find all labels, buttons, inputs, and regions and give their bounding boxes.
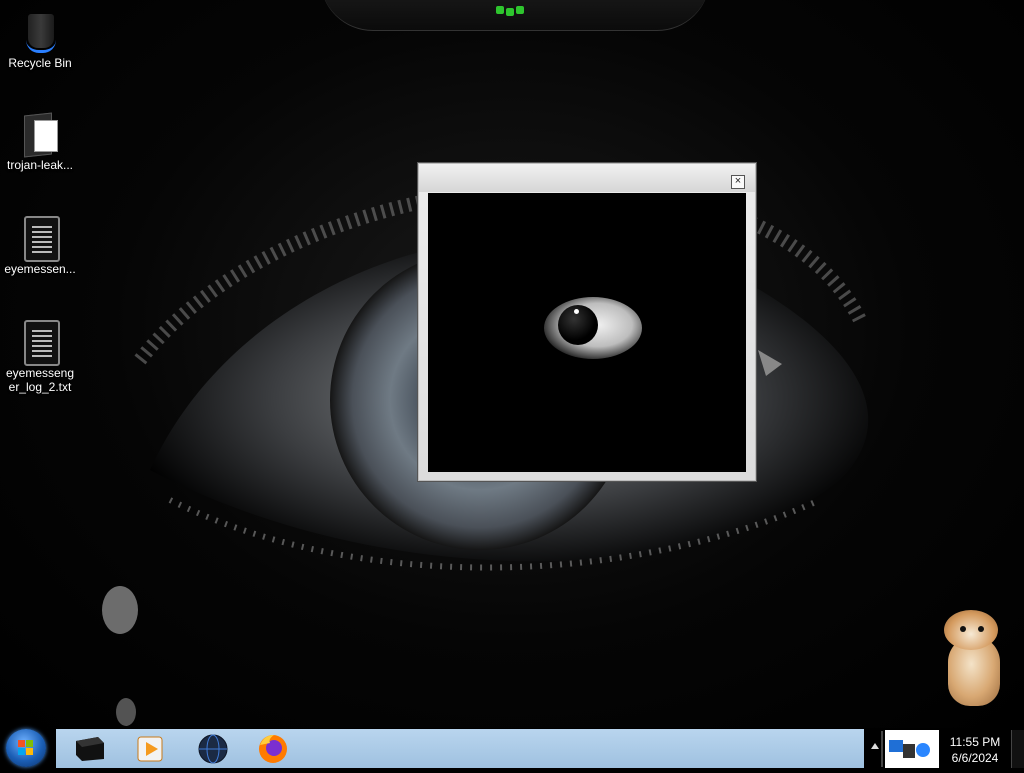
desktop-icon-eyemessenger-log-2[interactable]: eyemessenger_log_2.txt [0, 318, 80, 394]
tray-divider [881, 731, 883, 767]
peeking-eye-image [544, 297, 642, 359]
taskbar-pinned-area [56, 729, 864, 768]
desktop-icon-eyemessenger[interactable]: eyemessen... [0, 214, 80, 276]
desktop-icon-label: eyemessen... [4, 262, 76, 276]
desktop-icon-label: eyemessenger_log_2.txt [5, 366, 75, 394]
folder-icon [20, 110, 60, 158]
network-icon[interactable] [885, 730, 939, 768]
recycle-bin-icon [20, 8, 60, 53]
eye-popup-window[interactable]: × [418, 163, 756, 481]
popup-title-bar[interactable]: × [419, 164, 755, 192]
show-hidden-icons-icon[interactable] [871, 743, 879, 749]
hamster-mascot[interactable] [938, 606, 1008, 708]
black-box-icon[interactable] [72, 731, 112, 765]
desktop-icon-label: Recycle Bin [8, 56, 72, 70]
windows-start-icon[interactable] [6, 729, 46, 767]
close-icon[interactable]: × [731, 175, 745, 189]
text-file-icon [20, 214, 60, 262]
firefox-icon[interactable] [254, 731, 294, 765]
desktop-icon-trojan-leak[interactable]: trojan-leak... [0, 110, 80, 172]
globe-icon[interactable] [194, 731, 234, 765]
taskbar-clock[interactable]: 11:55 PM 6/6/2024 [945, 734, 1005, 766]
text-file-icon [20, 318, 60, 366]
system-tray: 11:55 PM 6/6/2024 [865, 729, 1024, 768]
desktop-icon-label: trojan-leak... [6, 158, 74, 172]
clock-time: 11:55 PM [949, 735, 1001, 749]
show-desktop-button[interactable] [1011, 730, 1024, 768]
taskbar: 11:55 PM 6/6/2024 [0, 728, 1024, 768]
desktop-icon-recycle-bin[interactable]: Recycle Bin [0, 8, 80, 70]
popup-video-view [428, 193, 746, 472]
media-player-icon[interactable] [132, 731, 172, 765]
notch-indicator-icon [496, 6, 528, 16]
clock-date: 6/6/2024 [951, 751, 999, 765]
